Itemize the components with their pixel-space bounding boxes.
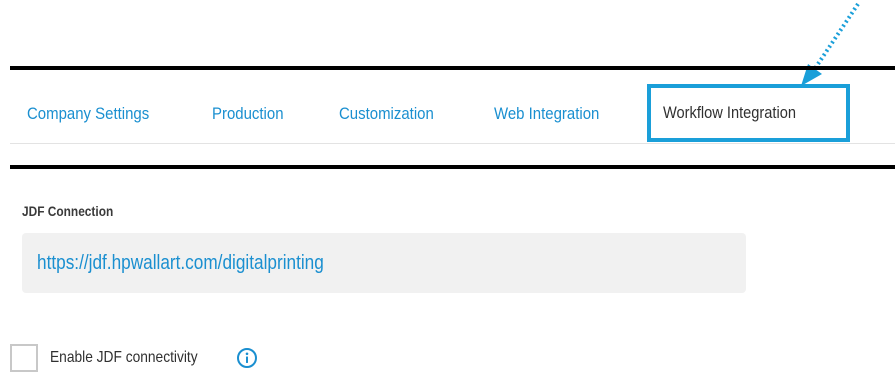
tab-production[interactable]: Production: [212, 84, 284, 144]
jdf-url-field: https://jdf.hpwallart.com/digitalprintin…: [22, 233, 746, 293]
tab-web-integration[interactable]: Web Integration: [494, 84, 599, 144]
bottom-divider-rule: [10, 165, 895, 169]
enable-jdf-checkbox[interactable]: [10, 344, 38, 372]
tab-customization[interactable]: Customization: [339, 84, 434, 144]
tab-workflow-integration[interactable]: Workflow Integration: [647, 84, 850, 142]
tab-workflow-integration-label: Workflow Integration: [663, 103, 797, 122]
tab-company-settings[interactable]: Company Settings: [27, 84, 149, 144]
top-divider-rule: [10, 66, 895, 70]
info-icon[interactable]: [236, 347, 258, 369]
jdf-url-value: https://jdf.hpwallart.com/digitalprintin…: [37, 252, 324, 274]
enable-jdf-label: Enable JDF connectivity: [50, 349, 198, 366]
settings-tab-bar: Company Settings Production Customizatio…: [10, 84, 895, 144]
jdf-connection-heading: JDF Connection: [22, 203, 114, 219]
